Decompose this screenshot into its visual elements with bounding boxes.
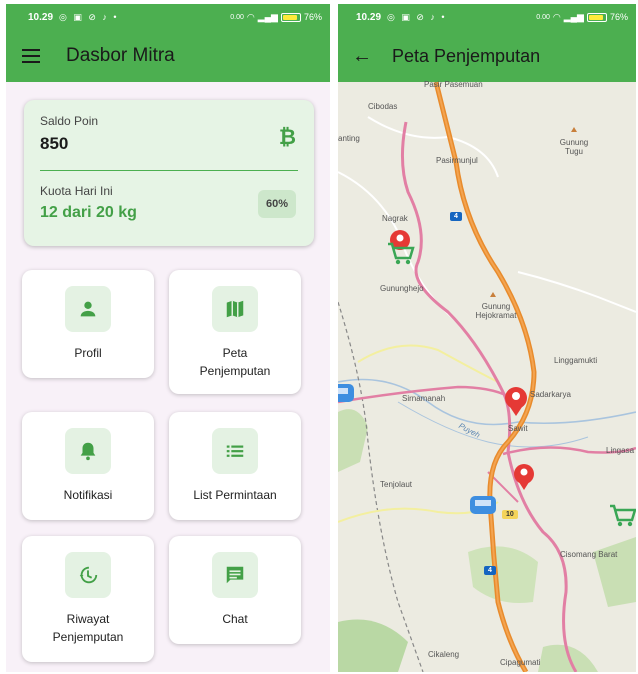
tile-label: Peta Penjemputan [199,346,271,378]
tile-label: Chat [222,612,248,626]
saldo-value: 850 [40,134,69,153]
road-number-badge: 4 [450,212,462,221]
notification-icons: ◎ ▣ ⊘ ♪ • [387,11,447,22]
status-time: 10.29 [28,11,54,23]
map-screen: 10.29 ◎ ▣ ⊘ ♪ • 0.00 ◠ ▂▄▆ 76% ← Peta Pe… [338,4,636,672]
menu-tile-profil[interactable]: Profil [22,270,154,378]
truck-marker-1[interactable] [470,496,496,514]
map-label: Sawit [508,424,528,433]
map-label: Tenjolaut [380,480,413,489]
status-right: 0.00 ◠ ▂▄▆ 76% [536,12,628,23]
divider [40,170,298,171]
road-number-badge: 10 [502,510,518,519]
map-label: Sirnamanah [402,394,446,403]
wifi-icon: ◠ [552,11,561,22]
menu-tile-chat[interactable]: Chat [169,536,301,644]
bitcoin-icon: ₿ [278,126,296,149]
quota-value: 12 dari 20 kg [40,204,137,221]
battery-icon [586,12,607,22]
truck-marker-2[interactable] [338,384,354,402]
map-canvas[interactable] [338,81,636,672]
map-label: Cibodas [368,102,398,111]
history-icon [65,552,111,598]
bell-icon [65,428,111,474]
chat-icon [212,552,258,598]
tile-label: Profil [74,346,102,360]
wifi-icon: ◠ [246,11,255,22]
saldo-label: Saldo Poin [40,114,99,128]
menu-tile-peta[interactable]: Peta Penjemputan [169,270,301,394]
app-bar: Dasbor Mitra [6,30,330,82]
hamburger-menu-icon[interactable] [22,49,40,63]
network-speed: 0.00 [536,13,550,21]
map-label: Lingasa [606,446,635,455]
status-bar: 10.29 ◎ ▣ ⊘ ♪ • 0.00 ◠ ▂▄▆ 76% [6,4,330,30]
battery-percent: 76% [609,12,628,22]
tile-label: List Permintaan [193,488,277,502]
notification-icons: ◎ ▣ ⊘ ♪ • [59,11,119,22]
map-label: Pasirmunjul [436,156,478,165]
battery-icon [280,12,301,22]
road-number-badge: 4 [484,566,496,575]
quota-block: Kuota Hari Ini 12 dari 20 kg [40,184,137,222]
quota-label: Kuota Hari Ini [40,184,113,198]
page-title: Peta Penjemputan [392,45,541,66]
signal-icon: ▂▄▆ [563,11,584,22]
menu-tile-notifikasi[interactable]: Notifikasi [22,412,154,520]
map-label: Gunung Hejokramat [475,302,517,320]
battery-percent: 76% [303,12,322,22]
person-icon [65,286,111,332]
status-right: 0.00 ◠ ▂▄▆ 76% [230,12,322,23]
map-label: Linggamukti [554,356,598,365]
map-label: Gununghejo [380,284,424,293]
tile-label: Notifikasi [63,488,113,502]
map-icon [212,286,258,332]
menu-tile-list[interactable]: List Permintaan [169,412,301,520]
back-arrow-icon[interactable]: ← [352,46,372,66]
dashboard-screen: 10.29 ◎ ▣ ⊘ ♪ • 0.00 ◠ ▂▄▆ 76% Dasbor Mi… [6,4,330,672]
status-bar: 10.29 ◎ ▣ ⊘ ♪ • 0.00 ◠ ▂▄▆ 76% [338,4,636,30]
map-label: Nagrak [382,214,408,223]
status-time: 10.29 [356,11,382,23]
menu-tile-riwayat[interactable]: Riwayat Penjemputan [22,536,154,662]
map-label: Sadarkarya [530,390,571,399]
list-icon [212,428,258,474]
quota-percent-badge: 60% [258,190,296,218]
map-label: Cisomang Barat [560,550,618,559]
map-label: Pasir Pasemuan [424,80,483,89]
tile-label: Riwayat Penjemputan [52,612,124,644]
app-bar: ← Peta Penjemputan [338,30,636,82]
network-speed: 0.00 [230,13,244,21]
map-label: anting [338,134,360,143]
summary-card: Saldo Poin 850 ₿ Kuota Hari Ini 12 dari … [24,100,314,246]
map-label: Gunung Tugu [559,138,589,156]
pickup-map[interactable]: Pasir Pasemuan Cibodas anting Pasirmunju… [338,80,636,672]
map-label: Cikaleng [428,650,460,659]
map-label: Cipagumati [500,658,541,667]
signal-icon: ▂▄▆ [257,11,278,22]
page-title: Dasbor Mitra [66,45,175,66]
